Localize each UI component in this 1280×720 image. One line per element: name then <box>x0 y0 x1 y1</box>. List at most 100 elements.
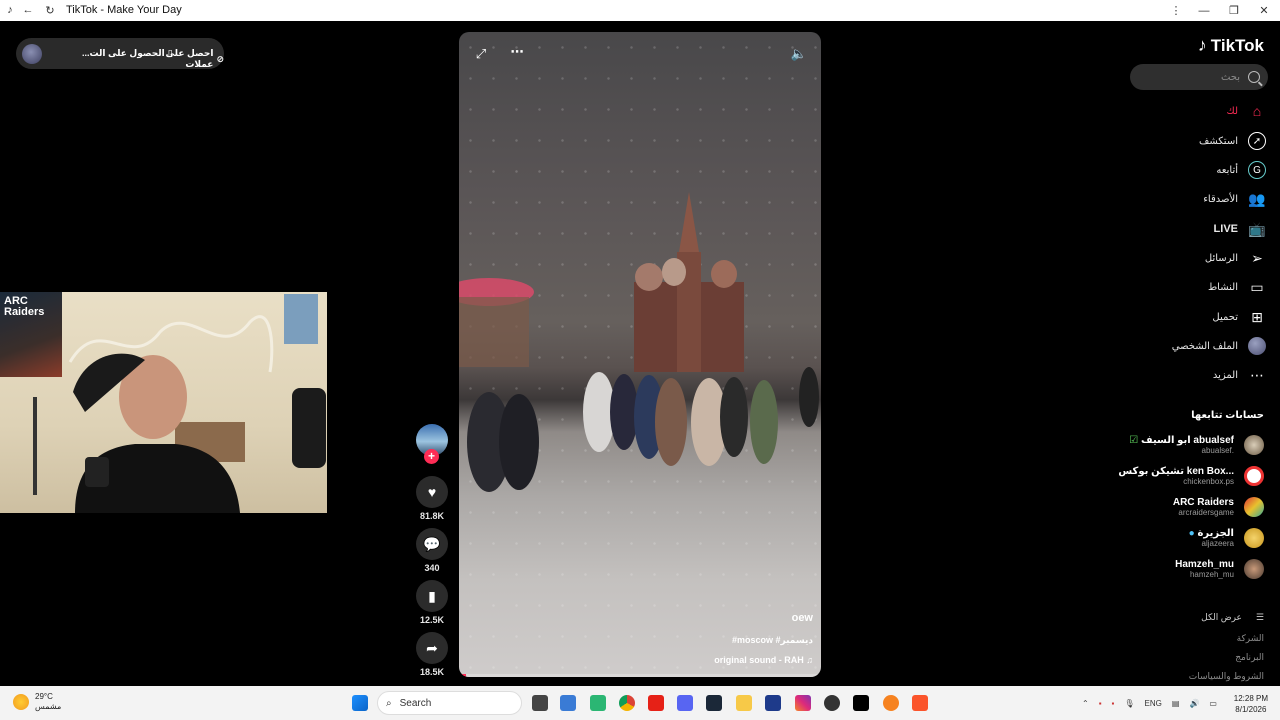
brave-icon[interactable] <box>912 695 928 711</box>
minimize-button[interactable]: — <box>1188 0 1220 21</box>
store-icon[interactable] <box>560 695 576 711</box>
nav-item-activity[interactable]: ▭ النشاط <box>1208 275 1266 299</box>
account-avatar <box>1244 497 1264 517</box>
account-item[interactable]: ● الجزيرة aljazeera <box>1124 525 1264 551</box>
chrome-icon[interactable] <box>619 695 635 711</box>
video-player[interactable]: ⤢ ⋯ 🔈 oew #moscow #ديسمبر original sound… <box>459 32 821 677</box>
weather-widget[interactable]: 29°C مشمس <box>13 692 61 712</box>
window-title: TikTok - Make Your Day <box>66 4 182 16</box>
microphone-icon[interactable]: 🎙 <box>1124 699 1134 708</box>
nav-item-messages[interactable]: ➢ الرسائل <box>1205 246 1266 270</box>
tray-chevron-icon[interactable]: ⌃ <box>1082 699 1089 708</box>
video-progress[interactable] <box>459 674 821 677</box>
account-item[interactable]: Hamzeh_mu hamzeh_mu <box>1124 556 1264 582</box>
language-indicator[interactable]: ENG <box>1145 699 1162 708</box>
browser-title-bar: ♪ ← ↻ TikTok - Make Your Day ⋮ — ❐ ✕ <box>0 0 1280 21</box>
tiktok-logo[interactable]: ♪ TikTok <box>1198 35 1264 56</box>
instagram-icon[interactable] <box>795 695 811 711</box>
get-coins-link[interactable]: ⊘ احصل على عملات <box>161 48 224 70</box>
floor-lamp <box>33 397 37 495</box>
account-item[interactable]: تشيكن بوكس ken Box... chickenbox.ps <box>1118 463 1264 489</box>
nav-item-following[interactable]: G أتابعه <box>1216 158 1266 182</box>
battery-icon[interactable]: ▭ <box>1209 699 1217 708</box>
account-avatar <box>1244 528 1264 548</box>
video-sound[interactable]: original sound - RAH ♫ <box>714 655 813 665</box>
nav-item-friends[interactable]: 👥 الأصدقاء <box>1203 187 1266 211</box>
taskbar-clock[interactable]: 12:28 PM 8/1/2026 <box>1234 693 1268 715</box>
reload-icon[interactable]: ↻ <box>42 2 58 18</box>
comment-button[interactable]: 💬 <box>416 528 448 560</box>
share-arrow-icon: ➦ <box>426 639 438 656</box>
task-view-icon[interactable] <box>532 695 548 711</box>
steam-icon[interactable] <box>706 695 722 711</box>
volume-icon[interactable]: 🔈 <box>789 44 809 64</box>
tiktok-taskbar-icon[interactable] <box>853 695 869 711</box>
search-placeholder: بحث <box>1220 71 1240 83</box>
xbox-icon[interactable] <box>590 695 606 711</box>
sun-icon <box>13 694 29 710</box>
temperature: 29°C <box>35 692 53 701</box>
taskbar-search[interactable]: ⌕ Search <box>377 691 522 715</box>
share-button[interactable]: ➦ <box>416 632 448 664</box>
youtube-icon[interactable] <box>648 695 664 711</box>
account-handle: hamzeh_mu <box>1189 570 1234 579</box>
clock-date: 8/1/2026 <box>1235 705 1267 714</box>
volume-tray-icon[interactable]: 🔊 <box>1189 699 1199 708</box>
video-watermark: oew <box>791 612 813 624</box>
account-avatar <box>1244 435 1264 455</box>
tiktok-app-icon: ♪ <box>7 4 13 16</box>
save-button[interactable]: ▮ <box>416 580 448 612</box>
more-options-icon[interactable]: ⋯ <box>507 42 527 62</box>
nav-item-live[interactable]: 📺 LIVE <box>1214 217 1266 241</box>
account-item[interactable]: ☑ ابو السيف abualsef abualsef. <box>1124 432 1264 458</box>
following-accounts-title: حسابات تتابعها <box>1191 410 1264 421</box>
account-name: ARC Raiders <box>1172 497 1234 508</box>
tiktok-note-icon: ♪ <box>1197 35 1207 55</box>
account-name: Hamzeh_mu <box>1175 559 1234 570</box>
tray-app-icon[interactable]: ▪ <box>1099 699 1102 708</box>
streamer <box>73 353 240 513</box>
bookmark-icon: ▮ <box>428 587 436 604</box>
account-name: ☑ ابو السيف abualsef <box>1129 435 1234 446</box>
comment-count: 340 <box>424 563 440 573</box>
footer-link-program[interactable]: البرنامج <box>1235 652 1264 663</box>
file-explorer-icon[interactable] <box>736 695 752 711</box>
cloud-icon[interactable] <box>883 695 899 711</box>
fullscreen-icon[interactable]: ⤢ <box>471 44 491 64</box>
music-note-icon: ♫ <box>806 655 813 665</box>
get-app-link[interactable]: ▯ الحصول على الت... <box>82 48 173 59</box>
search-input[interactable]: بحث <box>1130 64 1268 90</box>
obs-icon[interactable] <box>824 695 840 711</box>
follow-plus-button[interactable]: + <box>424 449 439 464</box>
network-icon[interactable]: ▤ <box>1172 699 1180 708</box>
crowd-image <box>467 367 819 492</box>
nav-item-upload[interactable]: ⊞ تحميل <box>1212 305 1266 329</box>
share-count: 18.5K <box>419 667 445 677</box>
see-all-link[interactable]: ☰ عرض الكل <box>1201 612 1264 623</box>
coins-pill[interactable]: ▯ الحصول على الت... ⊘ احصل على عملات <box>16 38 224 69</box>
nav-item-more[interactable]: ⋯ المزيد <box>1213 363 1266 387</box>
nav-item-explore[interactable]: ➚ استكشف <box>1199 129 1266 153</box>
nav-item-for-you[interactable]: ⌂ لك <box>1227 99 1266 123</box>
restore-button[interactable]: ❐ <box>1218 0 1250 21</box>
account-avatar <box>1244 559 1264 579</box>
nav-item-profile[interactable]: الملف الشخصي <box>1172 334 1266 358</box>
footer-link-company[interactable]: الشركة <box>1237 633 1264 644</box>
account-item[interactable]: ARC Raiders arcraidersgame <box>1124 494 1264 520</box>
back-arrow-icon[interactable]: ← <box>20 2 36 18</box>
discord-icon[interactable] <box>677 695 693 711</box>
like-count: 81.8K <box>419 511 445 521</box>
close-window-button[interactable]: ✕ <box>1248 0 1280 21</box>
webcam-overlay: ARC Raiders <box>0 292 327 513</box>
tray-app-icon[interactable]: ▪ <box>1112 699 1115 708</box>
system-tray: ⌃ ▪ ▪ 🎙 ENG ▤ 🔊 ▭ <box>1082 686 1217 720</box>
windows-start-icon[interactable] <box>352 695 368 711</box>
footer-link-terms[interactable]: الشروط والسياسات <box>1189 671 1264 682</box>
activity-icon: ▭ <box>1250 278 1264 295</box>
like-button[interactable]: ♥ <box>416 476 448 508</box>
video-hashtags[interactable]: #moscow #ديسمبر <box>732 635 813 646</box>
tiktok-sidebar: ♪ TikTok بحث ⌂ لك ➚ استكشف G أتابعه 👥 ال… <box>1118 21 1280 686</box>
streamyard-icon[interactable] <box>765 695 781 711</box>
save-count: 12.5K <box>419 615 445 625</box>
user-avatar[interactable] <box>22 43 42 64</box>
